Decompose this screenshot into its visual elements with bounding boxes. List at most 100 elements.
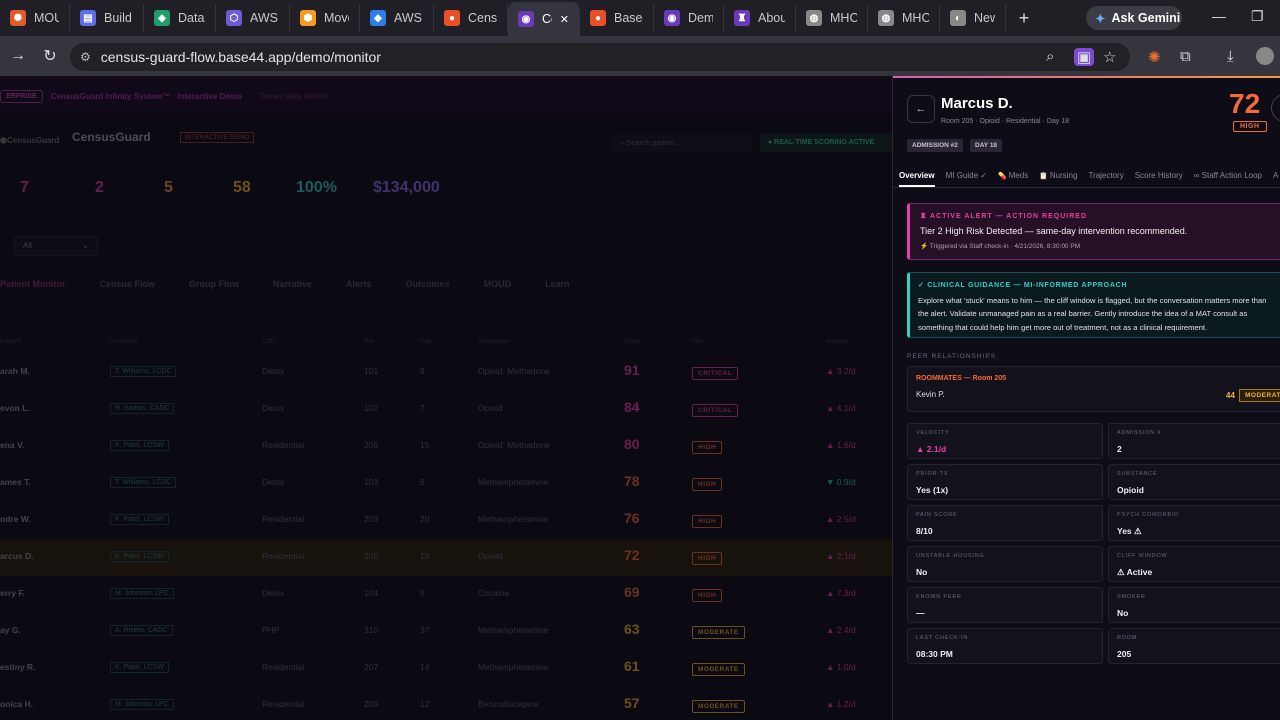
main-tab-2[interactable]: Group Flow	[189, 272, 239, 298]
browser-tab[interactable]: ◍ MHCL	[868, 4, 940, 32]
browser-tab[interactable]: ● Census	[434, 4, 508, 32]
column-header: Rm	[364, 338, 375, 345]
extension-sun-icon[interactable]: ✺	[1148, 48, 1161, 66]
minimize-icon[interactable]: —	[1212, 8, 1226, 24]
bookmark-star-icon[interactable]: ☆	[1103, 48, 1116, 66]
patient-search[interactable]: ⌕ Search patient...	[612, 134, 752, 152]
row-rm: 102	[364, 403, 379, 413]
row-counselor: M. Johnson, LPC	[110, 699, 174, 710]
browser-tab[interactable]: ⬢ Move	[290, 4, 360, 32]
row-counselor: T. Williams, LCDC	[110, 366, 177, 377]
browser-tab[interactable]: ◆ AWS A	[360, 4, 434, 32]
download-icon[interactable]: ⤓	[1227, 48, 1234, 65]
tab-close-icon[interactable]: ✕	[560, 13, 569, 26]
table-row[interactable]: ena V. K. Patel, LCSW Residential 206 15 Opio…	[0, 428, 892, 465]
field-cliff-window: CLIFF WINDOW ⚠ Active	[1108, 546, 1280, 582]
roommate-tier-badge: MODERATE	[1239, 389, 1280, 402]
browser-tab[interactable]: ⬡ AWS fo	[216, 4, 290, 32]
roommates-card: ROOMMATES — Room 205 Kevin P. 44 MODERAT…	[907, 366, 1280, 412]
row-rm: 101	[364, 366, 379, 376]
row-tier: HIGH	[692, 589, 723, 602]
field-label: SMOKER	[1117, 594, 1146, 600]
main-tab-1[interactable]: Census Flow	[100, 272, 156, 298]
browser-tab[interactable]: ◉ Ce ✕	[508, 2, 580, 36]
main-tab-5[interactable]: Outcomes	[406, 272, 450, 298]
panel-tab[interactable]: Overview	[899, 171, 935, 187]
table-row[interactable]: evon L. R. Santos, CADC Detox 102 7 Opioid 84 C…	[0, 391, 892, 428]
alarm-icon: ♜	[920, 213, 930, 220]
table-row[interactable]: estiny R. K. Patel, LCSW Residential 207 14 M…	[0, 650, 892, 687]
filter-value: All	[23, 241, 32, 250]
table-row[interactable]: ay G. A. Rivera, CADC PHP 310 37 Methamphetam…	[0, 613, 892, 650]
table-row[interactable]: arcus D. K. Patel, LCSW Residential 205 18 Op…	[0, 539, 892, 576]
row-counselor: K. Patel, LCSW	[110, 662, 169, 673]
panel-tab[interactable]: Trajectory	[1088, 171, 1123, 180]
panel-tab[interactable]: Score History	[1135, 171, 1183, 180]
main-tab-6[interactable]: MOUD	[484, 272, 512, 298]
ask-gemini-button[interactable]: ✦ Ask Gemini	[1086, 6, 1182, 30]
close-circle-button[interactable]	[1271, 94, 1280, 122]
row-tier: MODERATE	[692, 626, 745, 639]
roommate-name: Kevin P.	[916, 390, 945, 399]
new-tab-button[interactable]: +	[1010, 4, 1038, 32]
browser-tab[interactable]: ◍ MHCL	[796, 4, 868, 32]
main-tab-7[interactable]: Learn	[545, 272, 570, 298]
row-sub: Opioid, Methadone	[478, 440, 550, 450]
row-rm: 103	[364, 477, 379, 487]
alert-body: Tier 2 High Risk Detected — same-day int…	[920, 226, 1188, 236]
gemini-label: Ask Gemini	[1111, 11, 1181, 25]
filter-select[interactable]: All ⌄	[14, 236, 98, 256]
table-row[interactable]: erry F. M. Johnson, LPC Detox 104 5 Cocaine 69…	[0, 576, 892, 613]
zoom-icon[interactable]: ⌕	[1046, 48, 1054, 65]
field-value: 2	[1117, 444, 1122, 454]
row-rm: 207	[364, 662, 379, 672]
table-row[interactable]: arah M. T. Williams, LCDC Detox 101 9 Opioid,…	[0, 354, 892, 391]
table-row[interactable]: onica H. M. Johnson, LPC Residential 209 12 B…	[0, 687, 892, 720]
row-score: 61	[624, 658, 640, 674]
restore-icon[interactable]: ❐	[1251, 8, 1264, 25]
main-tab-4[interactable]: Alerts	[346, 272, 372, 298]
cast-icon[interactable]: ▣	[1074, 48, 1095, 66]
back-button[interactable]: ←	[907, 95, 935, 123]
panel-tab[interactable]: A	[1273, 171, 1278, 180]
panel-tab[interactable]: 📋 Nursing	[1039, 171, 1077, 180]
tab-title: MHCL	[830, 11, 857, 25]
table-row[interactable]: ames T. T. Williams, LCDC Detox 103 6 Methamp…	[0, 465, 892, 502]
row-counselor: K. Patel, LCSW	[110, 440, 169, 451]
field-value: Opioid	[1117, 485, 1144, 495]
reload-icon[interactable]: ↻	[36, 46, 64, 66]
pill-icon: 💊	[997, 173, 1009, 180]
browser-tab[interactable]: ◈ Data A	[144, 4, 216, 32]
forward-icon[interactable]: →	[4, 47, 32, 65]
gemini-icon: ✦	[1095, 11, 1106, 26]
field-velocity: VELOCITY ▲ 2.1/d	[907, 423, 1103, 459]
panel-tab[interactable]: 💊 Meds	[998, 171, 1028, 180]
row-name: ena V.	[0, 440, 25, 450]
panel-tab[interactable]: MI Guide ✓	[946, 171, 987, 180]
browser-tab[interactable]: ✺ MOUD	[0, 4, 70, 32]
row-tier: HIGH	[692, 478, 723, 491]
site-info-icon[interactable]: ⚙	[80, 50, 91, 64]
browser-tab[interactable]: ♜ About	[724, 4, 796, 32]
profile-avatar[interactable]	[1256, 47, 1274, 65]
browser-tab[interactable]: ▤ Build p	[70, 4, 144, 32]
browser-tab[interactable]: ◉ Demo	[654, 4, 724, 32]
row-tier: HIGH	[692, 441, 723, 454]
tab-favicon-icon: ◉	[664, 10, 680, 26]
panel-tab-label: Meds	[1008, 171, 1029, 180]
extensions-icon[interactable]: ⧉	[1180, 48, 1191, 65]
active-alert: ♜ ACTIVE ALERT — ACTION REQUIRED Tier 2 …	[907, 203, 1280, 260]
browser-tab[interactable]: ● Base44	[580, 4, 654, 32]
tab-favicon-icon: ♜	[734, 10, 750, 26]
panel-tab[interactable]: ∞ Staff Action Loop	[1194, 171, 1262, 180]
main-tab-0[interactable]: Patient Monitor	[0, 272, 66, 298]
browser-tab[interactable]: ◐ New T	[940, 4, 1006, 32]
column-header: Tier	[692, 338, 703, 345]
alert-title-text: ACTIVE ALERT — ACTION REQUIRED	[929, 213, 1088, 220]
table-row[interactable]: ndre W. K. Patel, LCSW Residential 203 20 Met…	[0, 502, 892, 539]
url-bar[interactable]: ⚙ census-guard-flow.base44.app/demo/moni…	[70, 43, 1130, 71]
row-day: 14	[420, 662, 430, 672]
field-unstable-housing: UNSTABLE HOUSING No	[907, 546, 1103, 582]
tab-favicon-icon: ◍	[806, 10, 822, 26]
main-tab-3[interactable]: Narrative	[273, 272, 312, 298]
